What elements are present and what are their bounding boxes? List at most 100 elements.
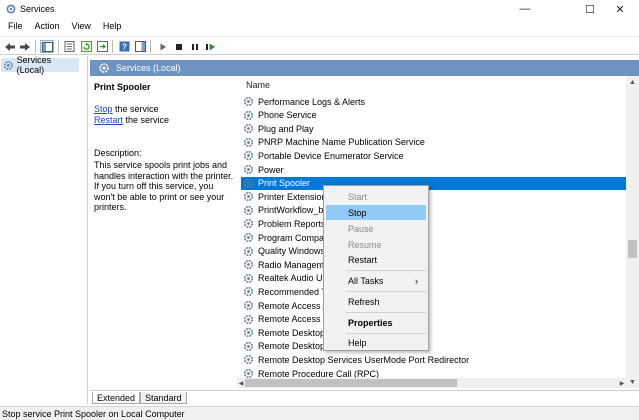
panel-header-title: Services (Local) bbox=[116, 63, 181, 73]
context-help[interactable]: Help bbox=[326, 335, 426, 350]
back-icon[interactable] bbox=[3, 40, 17, 53]
service-gear-icon bbox=[243, 218, 254, 229]
forward-icon[interactable] bbox=[18, 40, 32, 53]
service-gear-icon bbox=[243, 246, 254, 257]
service-row[interactable]: Problem Reports bbox=[241, 217, 626, 230]
context-all-tasks[interactable]: All Tasks › bbox=[326, 273, 426, 288]
scroll-up-icon[interactable]: ▲ bbox=[626, 76, 639, 88]
service-name: Remote Procedure Call (RPC) bbox=[258, 368, 380, 379]
show-action-pane-icon[interactable] bbox=[133, 40, 147, 53]
stop-service-link[interactable]: Stop bbox=[94, 104, 113, 114]
pause-service-icon[interactable] bbox=[188, 40, 202, 53]
service-gear-icon bbox=[243, 123, 254, 134]
service-gear-icon bbox=[243, 232, 254, 243]
restart-suffix: the service bbox=[123, 115, 170, 125]
service-row[interactable]: Remote Access A bbox=[241, 299, 626, 312]
service-row[interactable]: Phone Service bbox=[241, 109, 626, 122]
menu-help[interactable]: Help bbox=[99, 19, 126, 35]
service-row[interactable]: Print Spooler bbox=[241, 176, 626, 190]
horizontal-scrollbar[interactable]: ◀ ▶ bbox=[237, 378, 626, 388]
tab-extended[interactable]: Extended bbox=[92, 392, 141, 404]
service-gear-icon bbox=[243, 110, 254, 121]
context-stop[interactable]: Stop bbox=[326, 205, 426, 220]
context-properties[interactable]: Properties bbox=[326, 315, 426, 330]
close-button[interactable]: ✕ bbox=[598, 0, 639, 18]
context-separator bbox=[346, 312, 426, 313]
service-name: Program Compat bbox=[258, 232, 327, 243]
service-row[interactable]: Realtek Audio Ur bbox=[241, 272, 626, 285]
service-name: Remote Access A bbox=[258, 300, 329, 311]
vertical-scroll-thumb[interactable] bbox=[628, 240, 637, 258]
service-gear-icon bbox=[243, 300, 254, 311]
service-gear-icon bbox=[243, 191, 254, 202]
tab-standard[interactable]: Standard bbox=[140, 392, 187, 404]
service-gear-icon bbox=[243, 327, 254, 338]
start-service-icon[interactable] bbox=[156, 40, 170, 53]
stop-suffix: the service bbox=[112, 104, 159, 114]
window-title: Services bbox=[20, 4, 55, 14]
service-name: Recommended T bbox=[258, 286, 327, 297]
service-row[interactable]: Plug and Play bbox=[241, 122, 626, 135]
title-bar: Services — ☐ ✕ bbox=[0, 0, 639, 18]
service-row[interactable]: Quality Windows bbox=[241, 245, 626, 258]
context-start[interactable]: Start bbox=[326, 189, 426, 204]
export-list-icon[interactable] bbox=[95, 40, 109, 53]
horizontal-scroll-thumb[interactable] bbox=[245, 379, 457, 387]
column-header-name[interactable]: Name bbox=[237, 80, 626, 94]
service-gear-icon bbox=[243, 178, 254, 189]
context-restart[interactable]: Restart bbox=[326, 252, 426, 267]
service-name: PrintWorkflow_b5 bbox=[258, 205, 329, 216]
minimize-button[interactable]: — bbox=[503, 0, 547, 18]
service-row[interactable]: Radio Manageme bbox=[241, 258, 626, 271]
service-gear-icon bbox=[243, 286, 254, 297]
service-row[interactable]: Recommended T bbox=[241, 285, 626, 298]
toolbar: ? bbox=[0, 36, 639, 55]
selected-service-name: Print Spooler bbox=[94, 82, 151, 92]
stop-service-icon[interactable] bbox=[172, 40, 186, 53]
menu-view[interactable]: View bbox=[68, 19, 95, 35]
service-row[interactable]: Performance Logs & Alerts bbox=[241, 95, 626, 108]
service-gear-icon bbox=[243, 273, 254, 284]
status-bar: Stop service Print Spooler on Local Comp… bbox=[0, 406, 639, 420]
tree-item-label: Services (Local) bbox=[16, 55, 52, 75]
menu-action[interactable]: Action bbox=[31, 19, 64, 35]
service-name: Printer Extensions bbox=[258, 191, 332, 202]
console-tree: Services (Local) bbox=[0, 55, 88, 404]
service-name: Radio Manageme bbox=[258, 259, 330, 270]
refresh-icon[interactable] bbox=[79, 40, 93, 53]
service-gear-icon bbox=[243, 164, 254, 175]
services-gear-icon bbox=[99, 63, 109, 73]
service-row[interactable]: Remote Access C bbox=[241, 313, 626, 326]
description-pane: Print Spooler Stop the service Restart t… bbox=[90, 76, 235, 388]
scroll-right-icon[interactable]: ▶ bbox=[618, 378, 626, 388]
context-refresh[interactable]: Refresh bbox=[326, 294, 426, 309]
service-row[interactable]: Power bbox=[241, 163, 626, 176]
help-icon[interactable]: ? bbox=[117, 40, 131, 53]
context-resume[interactable]: Resume bbox=[326, 237, 426, 252]
service-row[interactable]: Remote Desktop bbox=[241, 340, 626, 353]
scroll-down-icon[interactable]: ▼ bbox=[626, 376, 639, 388]
service-gear-icon bbox=[243, 96, 254, 107]
service-row[interactable]: Program Compat bbox=[241, 231, 626, 244]
service-row[interactable]: Remote Desktop bbox=[241, 326, 626, 339]
context-separator bbox=[346, 333, 426, 334]
show-hide-tree-icon[interactable] bbox=[40, 40, 54, 53]
services-gear-icon bbox=[3, 60, 13, 70]
tree-item-services-local[interactable]: Services (Local) bbox=[1, 55, 79, 75]
service-name: Remote Desktop Services UserMode Port Re… bbox=[258, 354, 470, 365]
menu-file[interactable]: File bbox=[4, 19, 27, 35]
restart-service-icon[interactable] bbox=[204, 40, 218, 53]
service-row[interactable]: PNRP Machine Name Publication Service bbox=[241, 136, 626, 149]
restart-service-link[interactable]: Restart bbox=[94, 115, 123, 125]
service-row[interactable]: Remote Desktop Services UserMode Port Re… bbox=[241, 353, 626, 366]
service-gear-icon bbox=[243, 137, 254, 148]
toolbar-separator bbox=[58, 40, 59, 53]
service-row[interactable]: PrintWorkflow_b5 bbox=[241, 204, 626, 217]
service-name: Remote Desktop bbox=[258, 341, 326, 352]
properties-icon[interactable] bbox=[62, 40, 76, 53]
context-pause[interactable]: Pause bbox=[326, 221, 426, 236]
service-row[interactable]: Printer Extensions bbox=[241, 190, 626, 203]
vertical-scrollbar[interactable]: ▲ ▼ bbox=[626, 76, 639, 388]
service-row[interactable]: Portable Device Enumerator Service bbox=[241, 149, 626, 162]
scroll-left-icon[interactable]: ◀ bbox=[237, 378, 245, 388]
